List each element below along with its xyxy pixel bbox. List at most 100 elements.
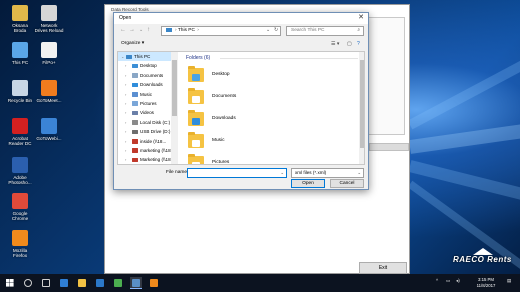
expand-chevron-icon[interactable]: ⌄: [121, 52, 124, 61]
network-icon[interactable]: ▭: [446, 278, 450, 283]
folder-item[interactable]: Music: [188, 132, 358, 152]
nav-item-icon: [132, 129, 138, 135]
expand-chevron-icon[interactable]: ›: [125, 155, 126, 164]
desktop-icon[interactable]: This PC: [5, 42, 35, 65]
recent-locations-icon[interactable]: ⌄: [139, 27, 143, 34]
expand-chevron-icon[interactable]: ›: [125, 118, 126, 127]
nav-item[interactable]: › Videos: [118, 108, 177, 117]
desktop-icon[interactable]: GoToMeet...: [34, 80, 64, 103]
address-location: This PC: [177, 28, 195, 33]
desktop-icon[interactable]: Google Chrome: [5, 193, 35, 222]
desktop-icon[interactable]: Adobe Photosho...: [5, 157, 35, 186]
folder-item[interactable]: Pictures: [188, 154, 358, 164]
exit-button[interactable]: Exit: [359, 262, 407, 274]
gotowebinar-icon: [41, 118, 57, 134]
file-type-value: xml files (*.xml): [295, 170, 327, 175]
nav-item-label: marketing (\\18...: [140, 147, 175, 153]
volume-icon[interactable]: ◂): [456, 278, 460, 283]
nav-item-icon: [132, 120, 138, 125]
nav-item[interactable]: › Downloads: [118, 80, 177, 89]
close-icon[interactable]: ✕: [358, 14, 364, 22]
filename-input[interactable]: ⌄: [187, 168, 287, 178]
back-arrow-icon[interactable]: ←: [120, 27, 126, 34]
browser-panes: ⌄ This PC › Desktop › Documents › Downloads › Mus…: [117, 51, 365, 165]
view-options-icon[interactable]: ☰ ▾: [331, 40, 339, 48]
scroll-thumb[interactable]: [360, 60, 364, 148]
nav-item[interactable]: ⌄ This PC: [118, 52, 177, 62]
expand-chevron-icon[interactable]: ›: [125, 127, 126, 136]
search-input[interactable]: Search This PC ⌕: [286, 26, 364, 36]
this-pc-icon: [12, 42, 28, 58]
expand-chevron-icon[interactable]: ›: [125, 71, 126, 80]
folder-name: Documents: [212, 94, 237, 99]
taskbar-button[interactable]: [94, 277, 106, 289]
nav-item[interactable]: › USB Drive (D:): [118, 127, 177, 136]
refresh-icon[interactable]: ↻: [274, 27, 278, 35]
address-bar[interactable]: › This PC › ⌄ ↻: [161, 26, 281, 36]
chevron-down-icon[interactable]: ⌄: [266, 27, 270, 35]
store-icon: [96, 279, 104, 287]
navigation-scrollbar[interactable]: [171, 52, 178, 164]
folder-name: Desktop: [212, 72, 230, 77]
desktop-icon[interactable]: Acrobat Reader DC: [5, 118, 35, 147]
nav-item[interactable]: › Documents: [118, 71, 177, 80]
folder-name: Downloads: [212, 116, 236, 121]
expand-chevron-icon[interactable]: ›: [125, 90, 126, 99]
expand-chevron-icon[interactable]: ›: [125, 146, 126, 155]
taskbar-button[interactable]: [4, 277, 16, 289]
group-header[interactable]: Folders (6): [186, 55, 210, 61]
nav-item[interactable]: › Marketing (\\18...: [118, 155, 177, 164]
expand-chevron-icon[interactable]: ›: [125, 108, 126, 117]
app-orange-icon: [150, 279, 158, 287]
nav-item[interactable]: › marketing (\\18...: [118, 146, 177, 155]
folder-item[interactable]: Documents: [188, 88, 358, 108]
nav-item[interactable]: › Local Disk (C:): [118, 118, 177, 127]
organize-button[interactable]: Organize ▾: [121, 40, 144, 48]
taskbar-button[interactable]: [130, 277, 142, 289]
help-icon[interactable]: ?: [357, 40, 360, 48]
open-file-dialog: Open ✕ ← → ⌄ ↑ › This PC › ⌄ ↻ Search Th…: [113, 12, 369, 190]
expand-chevron-icon[interactable]: ›: [125, 61, 126, 70]
raeco-rents-logo: RAECO Rents: [443, 248, 515, 272]
taskbar-button[interactable]: [76, 277, 88, 289]
chevron-down-icon[interactable]: ⌄: [280, 170, 284, 176]
nav-item[interactable]: › Pictures: [118, 99, 177, 108]
chevron-down-icon[interactable]: ⌄: [357, 169, 361, 177]
folder-item[interactable]: Desktop: [188, 66, 358, 86]
taskbar-button[interactable]: [40, 277, 52, 289]
search-icon: ⌕: [357, 28, 360, 33]
preview-pane-icon[interactable]: ▢: [347, 40, 352, 48]
expand-chevron-icon[interactable]: ›: [125, 99, 126, 108]
navigation-tree: ⌄ This PC › Desktop › Documents › Downloads › Mus…: [118, 52, 177, 164]
open-button[interactable]: Open: [291, 179, 325, 188]
desktop-icon[interactable]: Mozilla Firefox: [5, 230, 35, 259]
tray-chevron-icon[interactable]: ^: [436, 278, 438, 283]
desktop-icon[interactable]: GoToWebi...: [34, 118, 64, 141]
notifications-icon[interactable]: ▤: [507, 278, 511, 283]
nav-item-icon: [132, 82, 138, 88]
expand-chevron-icon[interactable]: ›: [125, 80, 126, 89]
folder-icon: [188, 66, 204, 82]
file-type-select[interactable]: xml files (*.xml) ⌄: [291, 168, 364, 178]
clock[interactable]: 3:15 PM 11/8/2017: [470, 277, 502, 288]
taskbar-button[interactable]: [112, 277, 124, 289]
nav-item-icon: [126, 54, 132, 59]
forward-arrow-icon[interactable]: →: [129, 27, 135, 34]
desktop-icon[interactable]: FilPo+: [34, 42, 64, 65]
cancel-button[interactable]: Cancel: [330, 179, 364, 188]
taskbar-button[interactable]: [58, 277, 70, 289]
taskbar-button[interactable]: [22, 277, 34, 289]
folder-item[interactable]: Downloads: [188, 110, 358, 130]
desktop-icon[interactable]: Network Drives Reload: [34, 5, 64, 34]
desktop-icon[interactable]: Oksana Broda: [5, 5, 35, 34]
desktop-icon[interactable]: Recycle Bin: [5, 80, 35, 103]
nav-item[interactable]: › Music: [118, 90, 177, 99]
up-arrow-icon[interactable]: ↑: [147, 27, 150, 34]
gray-button[interactable]: [369, 143, 409, 151]
taskbar-button[interactable]: [148, 277, 160, 289]
scroll-thumb[interactable]: [172, 60, 177, 116]
content-scrollbar[interactable]: [359, 52, 364, 164]
expand-chevron-icon[interactable]: ›: [125, 137, 126, 146]
nav-item[interactable]: › inside (\\18...: [118, 137, 177, 146]
nav-item[interactable]: › Desktop: [118, 61, 177, 70]
